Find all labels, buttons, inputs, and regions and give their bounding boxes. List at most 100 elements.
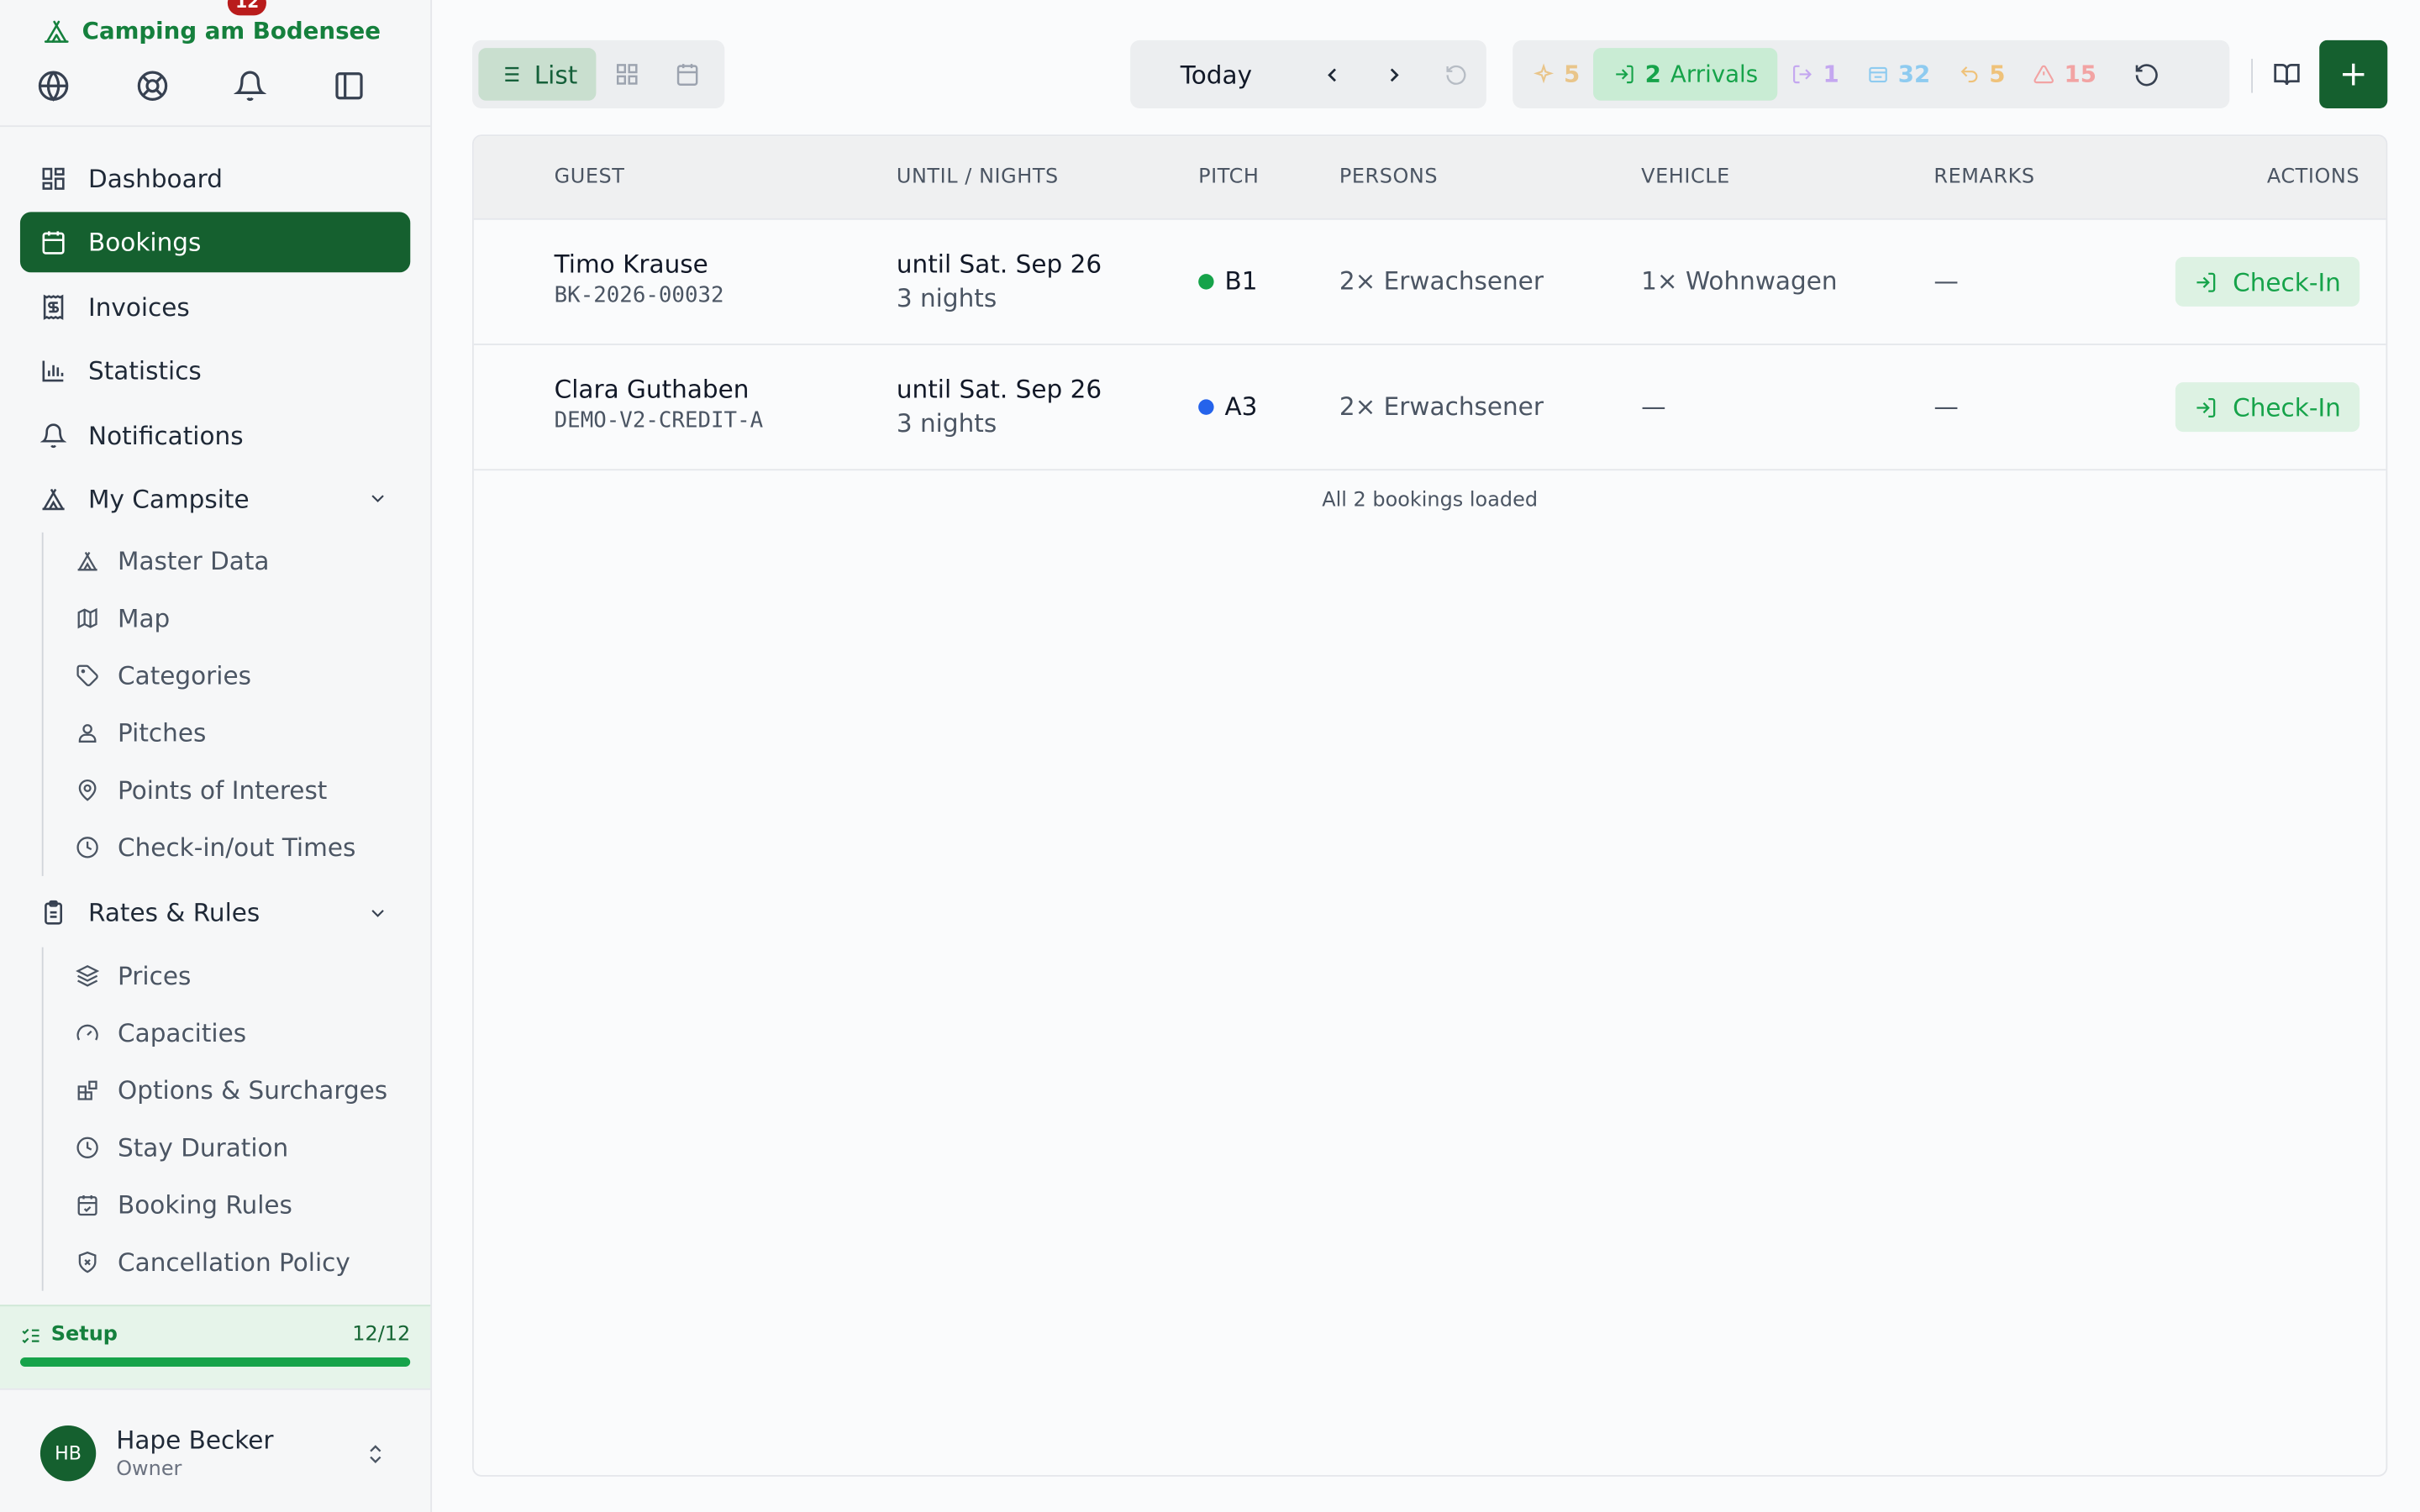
vehicle-cell: 1× Wohnwagen (1641, 265, 1838, 296)
help-button[interactable] (135, 55, 234, 117)
sidebar-item-options-surcharges[interactable]: Options & Surcharges (55, 1062, 410, 1119)
sidebar-item-map[interactable]: Map (55, 591, 410, 648)
pitch-status-dot (1198, 273, 1214, 289)
setup-count: 12/12 (352, 1323, 411, 1347)
stat-arrivals[interactable]: 2 Arrivals (1593, 48, 1779, 101)
map-icon (77, 608, 97, 629)
sidebar-item-label: Check-in/out Times (118, 832, 356, 863)
sidebar-item-points-of-interest[interactable]: Points of Interest (55, 762, 410, 819)
booking-stats: 5 2 Arrivals 1 32 5 15 (1512, 39, 2230, 108)
arrival-icon (2196, 397, 2216, 417)
persons-cell: 2× Erwachsener (1339, 265, 1544, 296)
main-nav: Dashboard Bookings Invoices Statistics N… (0, 127, 430, 1297)
map-pin-icon (78, 780, 97, 802)
sidebar-item-label: Statistics (88, 356, 202, 386)
sidebar-group-label: Rates & Rules (88, 898, 260, 928)
column-header-persons[interactable]: PERSONS (1339, 165, 1438, 189)
view-list-button[interactable]: List (478, 48, 597, 101)
warning-icon (2033, 65, 2054, 84)
sidebar-item-label: Notifications (88, 420, 244, 450)
sidebar-item-invoices[interactable]: Invoices (20, 276, 410, 337)
arrival-icon (1617, 65, 1634, 84)
sidebar-item-cancellation-policy[interactable]: Cancellation Policy (55, 1233, 410, 1290)
view-calendar-button[interactable] (656, 48, 717, 101)
chevron-right-icon (1390, 67, 1399, 81)
rates-submenu: Prices Capacities Options & Surcharges S… (41, 947, 411, 1291)
reset-date-button[interactable] (1425, 48, 1486, 101)
invoice-icon (43, 294, 64, 320)
add-booking-button[interactable]: + (2319, 39, 2388, 108)
sidebar-item-booking-rules[interactable]: Booking Rules (55, 1176, 410, 1233)
check-in-label: Check-In (2233, 392, 2341, 423)
table-row[interactable]: Timo Krause BK-2026-00032 until Sat. Sep… (473, 220, 2386, 345)
column-header-vehicle[interactable]: VEHICLE (1641, 165, 1730, 189)
sidebar-item-pitches[interactable]: Pitches (55, 705, 410, 762)
sidebar-item-dashboard[interactable]: Dashboard (20, 149, 410, 209)
sidebar-item-prices[interactable]: Prices (55, 947, 410, 1004)
view-grid-button[interactable] (596, 48, 656, 101)
blocks-icon (77, 1080, 97, 1100)
sidebar-toggle-button[interactable] (332, 55, 430, 117)
user-menu[interactable]: HB Hape Becker Owner (0, 1388, 431, 1512)
tent-icon (42, 488, 65, 511)
bookings-table: GUEST UNTIL / NIGHTS PITCH PERSONS VEHIC… (471, 134, 2388, 1477)
column-header-remarks[interactable]: REMARKS (1933, 165, 2034, 189)
stat-new[interactable]: 5 (1519, 48, 1594, 101)
grid-icon (616, 64, 637, 85)
today-button[interactable]: Today (1130, 60, 1302, 89)
shield-x-icon (78, 1251, 97, 1273)
sidebar-item-check-times[interactable]: Check-in/out Times (55, 819, 410, 876)
stat-returns[interactable]: 5 (1944, 48, 2019, 101)
sidebar-item-label: Master Data (118, 547, 270, 577)
toolbar-divider (2251, 59, 2253, 93)
stat-warnings[interactable]: 15 (2019, 48, 2110, 101)
sidebar-item-capacities[interactable]: Capacities (55, 1004, 410, 1061)
check-in-button[interactable]: Check-In (2175, 256, 2360, 307)
sidebar-item-label: Invoices (88, 291, 190, 322)
brand[interactable]: Camping am Bodensee (0, 0, 430, 46)
table-row[interactable]: Clara Guthaben DEMO-V2-CREDIT-A until Sa… (473, 345, 2386, 471)
view-list-label: List (534, 59, 578, 89)
arrival-icon (2196, 271, 2216, 291)
stat-occupied[interactable]: 32 (1853, 48, 1944, 101)
sidebar-item-statistics[interactable]: Statistics (20, 341, 410, 402)
sidebar-group-rates-rules[interactable]: Rates & Rules (20, 883, 410, 943)
sidebar-item-notifications[interactable]: Notifications (20, 405, 410, 465)
refresh-stats-button[interactable] (2120, 48, 2174, 101)
notifications-button[interactable] (234, 55, 332, 117)
sidebar-item-label: Dashboard (88, 164, 223, 194)
sidebar-item-label: Pitches (118, 718, 207, 748)
next-day-button[interactable] (1364, 48, 1425, 101)
check-in-button[interactable]: Check-In (2175, 382, 2360, 433)
sidebar-item-categories[interactable]: Categories (55, 648, 410, 705)
stat-departures[interactable]: 1 (1778, 48, 1853, 101)
language-button[interactable] (37, 55, 135, 117)
column-header-pitch[interactable]: PITCH (1198, 165, 1259, 189)
persons-cell: 2× Erwachsener (1339, 391, 1544, 422)
sidebar-item-master-data[interactable]: Master Data (55, 533, 410, 590)
guest-name: Timo Krause (554, 249, 708, 279)
plus-icon: + (2338, 55, 2368, 94)
column-header-actions: ACTIONS (2266, 165, 2360, 189)
sidebar-item-stay-duration[interactable]: Stay Duration (55, 1119, 410, 1176)
setup-progress[interactable]: Setup 12/12 (0, 1305, 431, 1389)
chart-icon (42, 360, 64, 382)
column-header-until[interactable]: UNTIL / NIGHTS (897, 165, 1059, 189)
bell-icon (234, 71, 266, 102)
until-date: until Sat. Sep 26 (896, 374, 1102, 404)
nights-count: 3 nights (896, 283, 997, 313)
until-date: until Sat. Sep 26 (896, 249, 1102, 279)
chevron-up-down-icon (370, 1444, 381, 1463)
sidebar-item-bookings[interactable]: Bookings (19, 213, 411, 274)
clock-icon (76, 837, 98, 859)
sidebar-toggle-icon (334, 72, 362, 100)
sidebar-group-my-campsite[interactable]: My Campsite (20, 469, 410, 529)
avatar: HB (39, 1425, 97, 1482)
column-header-guest[interactable]: GUEST (555, 165, 625, 189)
booking-reference: BK-2026-00032 (554, 283, 724, 308)
previous-day-button[interactable] (1302, 48, 1364, 101)
clock-icon (76, 1137, 98, 1158)
guide-button[interactable] (2268, 40, 2305, 108)
sparkle-icon (1534, 63, 1555, 84)
sidebar-item-label: Prices (118, 960, 192, 990)
